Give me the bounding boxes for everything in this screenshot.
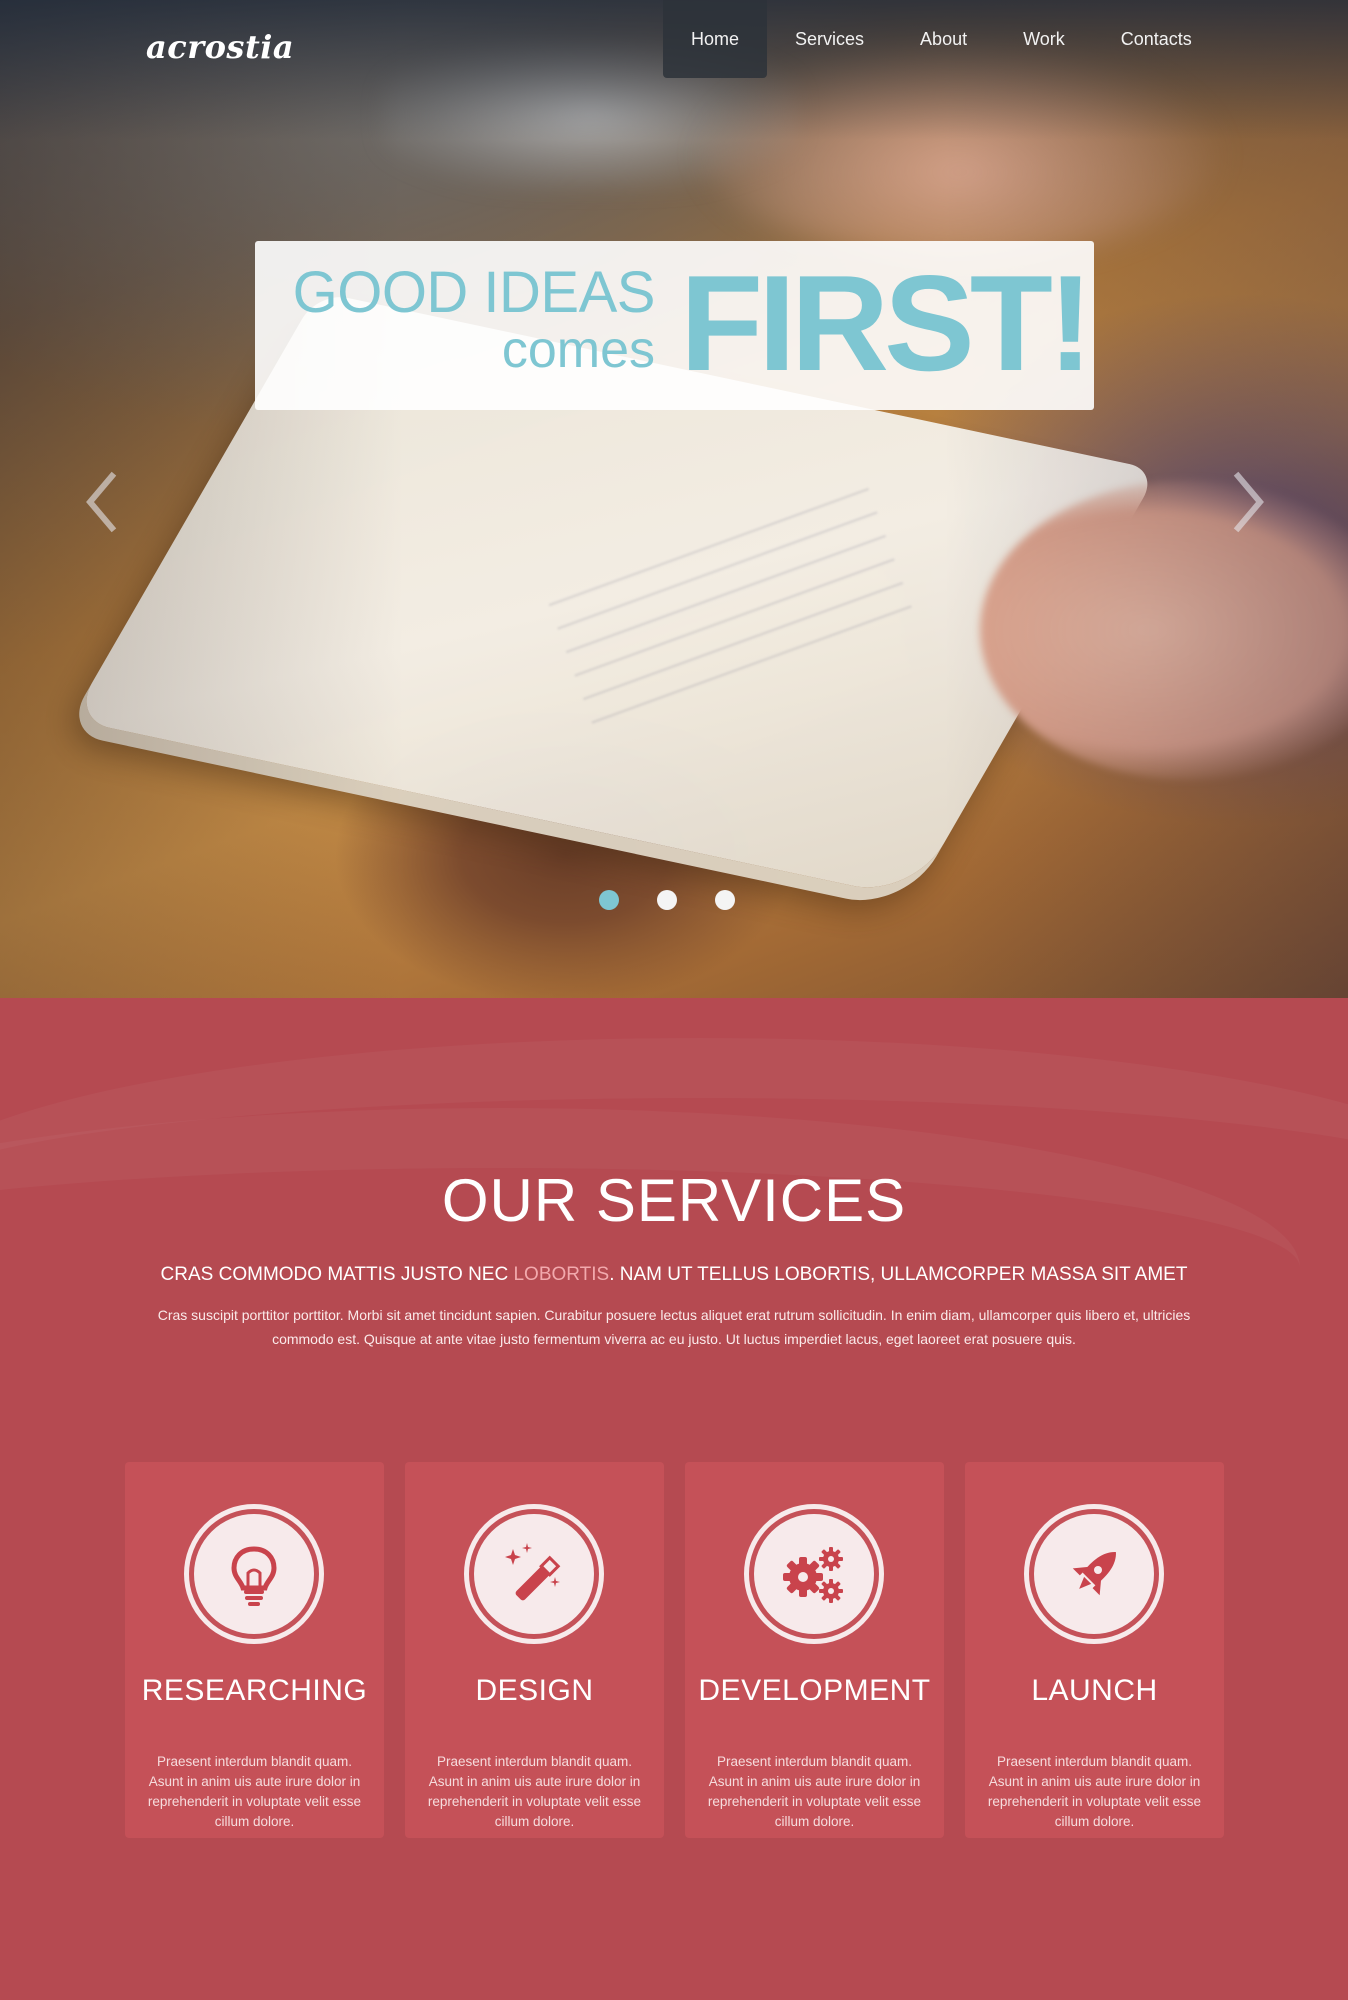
chevron-right-icon xyxy=(1233,471,1264,533)
slider-dot-3[interactable] xyxy=(715,890,735,910)
nav-item-about[interactable]: About xyxy=(892,0,995,78)
gears-icon xyxy=(783,1547,843,1603)
hero-overlay xyxy=(0,0,1348,998)
service-icon-badge xyxy=(464,1504,604,1644)
service-card-launch[interactable]: LAUNCH Praesent interdum blandit quam. A… xyxy=(965,1462,1224,1838)
slider-prev-button[interactable] xyxy=(82,470,122,534)
main-nav: Home Services About Work Contacts xyxy=(663,0,1220,78)
services-subtitle-end: . NAM UT TELLUS LOBORTIS, ULLAMCORPER MA… xyxy=(609,1264,1188,1285)
service-card-researching[interactable]: RESEARCHING Praesent interdum blandit qu… xyxy=(125,1462,384,1838)
hero-headline-line1: GOOD IDEAS xyxy=(292,260,656,325)
service-card-text: Praesent interdum blandit quam. Asunt in… xyxy=(987,1754,1202,1829)
hero-slider: acrostia Home Services About Work Contac… xyxy=(0,0,1348,998)
slider-dot-1[interactable] xyxy=(599,890,619,910)
service-card-title: DESIGN xyxy=(475,1674,594,1707)
service-icon-badge xyxy=(744,1504,884,1644)
magic-wand-icon xyxy=(505,1543,561,1601)
hero-headline-line2: comes xyxy=(501,321,655,379)
nav-item-home[interactable]: Home xyxy=(663,0,768,78)
nav-item-contacts[interactable]: Contacts xyxy=(1093,0,1220,78)
service-card-text: Praesent interdum blandit quam. Asunt in… xyxy=(427,1754,642,1829)
service-card-title: LAUNCH xyxy=(1031,1674,1158,1707)
slider-pagination xyxy=(599,890,735,910)
hero-headline: GOOD IDEAS comes xyxy=(285,260,656,379)
brand-logo[interactable]: acrostia xyxy=(146,28,294,66)
service-card-text: Praesent interdum blandit quam. Asunt in… xyxy=(707,1754,922,1829)
slider-dot-2[interactable] xyxy=(657,890,677,910)
chevron-left-icon xyxy=(86,471,117,533)
service-card-title: RESEARCHING xyxy=(141,1674,368,1707)
services-description: Cras suscipit porttitor porttitor. Morbi… xyxy=(157,1307,1191,1347)
services-subtitle: CRAS COMMODO MATTIS JUSTO NEC LOBORTIS. … xyxy=(0,1263,1348,1287)
nav-item-services[interactable]: Services xyxy=(767,0,892,78)
hero-highlight: FIRST! xyxy=(680,247,1093,399)
service-icon-badge xyxy=(184,1504,324,1644)
service-card-development[interactable]: DEVELOPMENT Praesent interdum blandit qu… xyxy=(685,1462,944,1838)
services-subtitle-start: CRAS COMMODO MATTIS JUSTO NEC xyxy=(160,1264,514,1285)
slider-next-button[interactable] xyxy=(1228,470,1268,534)
hero-banner: GOOD IDEAS comes FIRST! xyxy=(255,241,1094,410)
service-card-text: Praesent interdum blandit quam. Asunt in… xyxy=(147,1754,362,1829)
rocket-icon xyxy=(1072,1552,1116,1596)
service-card-design[interactable]: DESIGN Praesent interdum blandit quam. A… xyxy=(405,1462,664,1838)
lightbulb-icon xyxy=(231,1546,277,1606)
services-section: OUR SERVICES CRAS COMMODO MATTIS JUSTO N… xyxy=(0,998,1348,2000)
service-card-title: DEVELOPMENT xyxy=(698,1674,931,1707)
services-title: OUR SERVICES xyxy=(441,1167,907,1234)
service-icon-badge xyxy=(1024,1504,1164,1644)
nav-item-work[interactable]: Work xyxy=(995,0,1093,78)
services-subtitle-link[interactable]: LOBORTIS xyxy=(513,1264,609,1285)
